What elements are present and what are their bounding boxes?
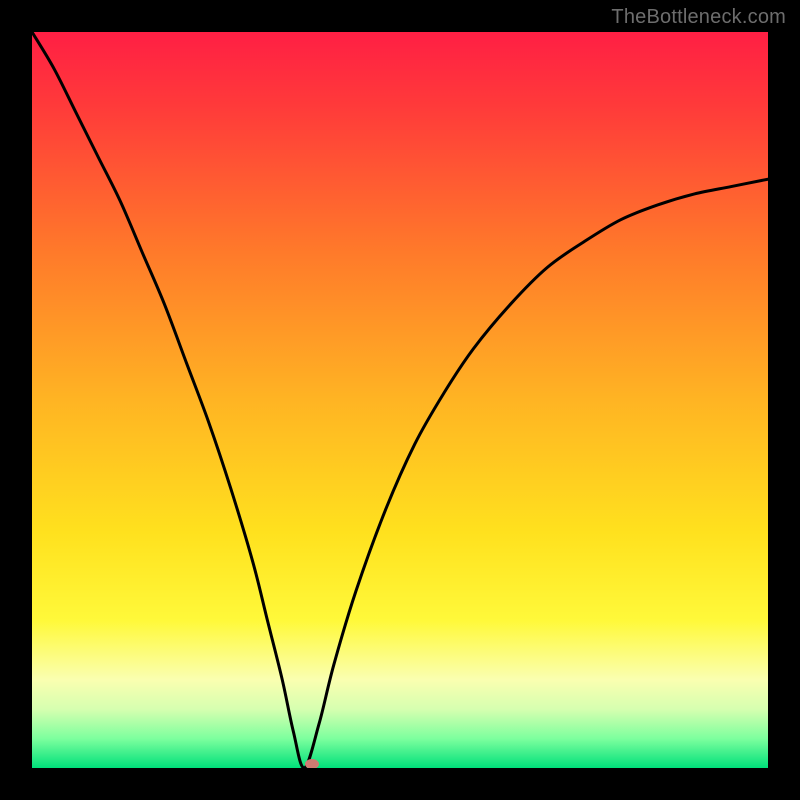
plot-area — [32, 32, 768, 768]
chart-frame: TheBottleneck.com — [0, 0, 800, 800]
bottleneck-curve — [32, 32, 768, 768]
watermark-text: TheBottleneck.com — [611, 6, 786, 29]
minimum-marker — [305, 759, 319, 768]
curve-layer — [32, 32, 768, 768]
